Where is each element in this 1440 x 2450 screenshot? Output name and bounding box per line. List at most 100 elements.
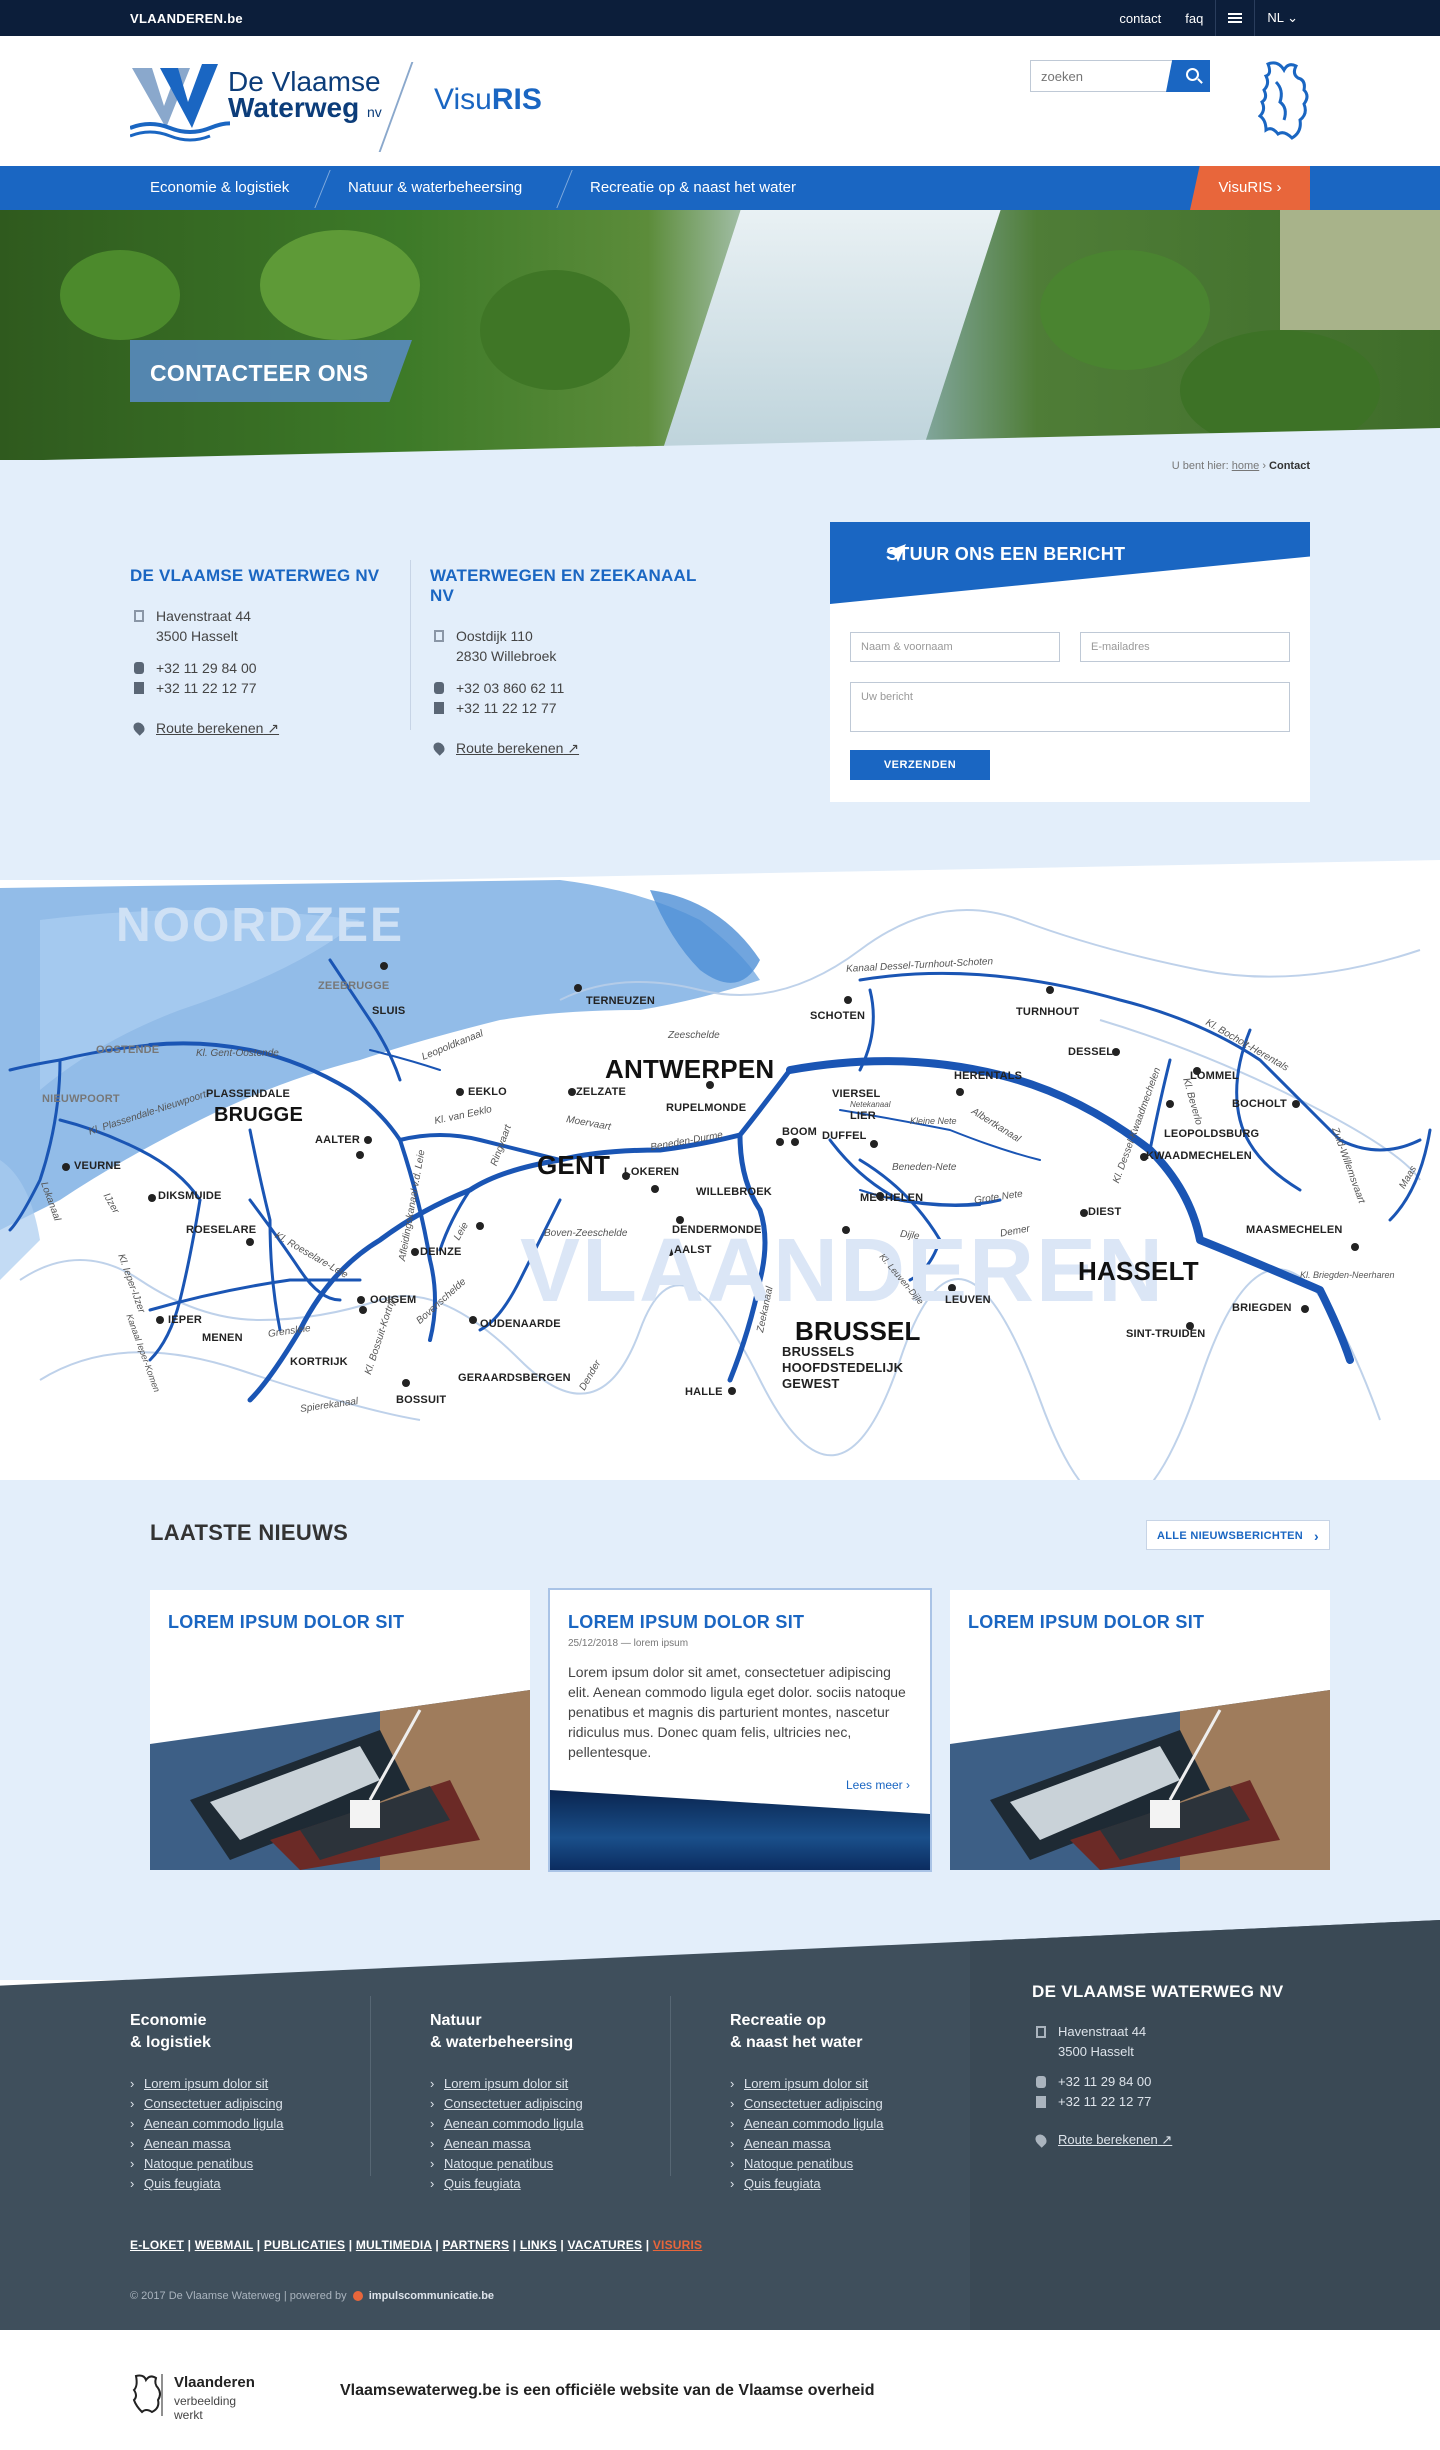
footer-link[interactable]: Consectetuer adipiscing xyxy=(130,2094,350,2114)
place-schoten[interactable]: SCHOTEN xyxy=(810,1010,865,1022)
news-card[interactable]: LOREM IPSUM DOLOR SIT xyxy=(950,1590,1330,1870)
footer-link[interactable]: Lorem ipsum dolor sit xyxy=(130,2074,350,2094)
route-link[interactable]: Route berekenen ↗ xyxy=(130,718,400,738)
city-gent[interactable]: GENT xyxy=(537,1150,610,1181)
place-aalter[interactable]: AALTER xyxy=(315,1134,360,1146)
place-lier[interactable]: LIER xyxy=(850,1110,876,1122)
place-dessel[interactable]: DESSEL xyxy=(1068,1046,1113,1058)
place-sluis[interactable]: SLUIS xyxy=(372,1005,405,1017)
place-oostende[interactable]: OOSTENDE xyxy=(96,1044,159,1056)
city-antwerpen[interactable]: ANTWERPEN xyxy=(605,1054,774,1085)
footer-link[interactable]: Aenean commodo ligula xyxy=(130,2114,350,2134)
footer-link-visuris[interactable]: VISURIS xyxy=(653,2238,702,2252)
place-leuven[interactable]: LEUVEN xyxy=(945,1294,991,1306)
footer-link[interactable]: Natoque penatibus xyxy=(430,2154,650,2174)
nav-visuris-button[interactable]: VisuRIS › xyxy=(1190,166,1310,210)
place-ieper[interactable]: IEPER xyxy=(168,1314,202,1326)
agency-link[interactable]: impulscommunicatie.be xyxy=(369,2290,494,2302)
place-roeselare[interactable]: ROESELARE xyxy=(186,1224,256,1236)
message-textarea[interactable]: Uw bericht xyxy=(850,682,1290,732)
site-logo[interactable]: De Vlaamse Waterweg nv xyxy=(130,62,390,142)
footer-route-link[interactable]: Route berekenen ↗ xyxy=(1032,2130,1172,2150)
footer-link[interactable]: Lorem ipsum dolor sit xyxy=(730,2074,950,2094)
vlaanderen-logo[interactable]: Vlaanderen verbeelding werkt xyxy=(130,2372,255,2422)
place-geraardsbergen[interactable]: GERAARDSBERGEN xyxy=(458,1372,571,1384)
footer-link[interactable]: Aenean massa xyxy=(730,2134,950,2154)
city-brussel[interactable]: BRUSSEL xyxy=(795,1316,921,1347)
footer-link-webmail[interactable]: WEBMAIL xyxy=(195,2238,254,2252)
news-card[interactable]: LOREM IPSUM DOLOR SIT xyxy=(150,1590,530,1870)
menu-button[interactable] xyxy=(1216,11,1254,26)
place-kwaadmechelen[interactable]: KWAADMECHELEN xyxy=(1146,1150,1252,1162)
vlaanderen-link[interactable]: VLAANDEREN.be xyxy=(130,11,243,26)
footer-link[interactable]: Quis feugiata xyxy=(730,2174,950,2194)
place-maasmechelen[interactable]: MAASMECHELEN xyxy=(1246,1224,1343,1236)
footer-link[interactable]: Quis feugiata xyxy=(130,2174,350,2194)
place-veurne[interactable]: VEURNE xyxy=(74,1160,121,1172)
place-sint-truiden[interactable]: SINT-TRUIDEN xyxy=(1126,1328,1205,1340)
footer-link[interactable]: Aenean commodo ligula xyxy=(730,2114,950,2134)
footer-link[interactable]: Quis feugiata xyxy=(430,2174,650,2194)
place-eeklo[interactable]: EEKLO xyxy=(468,1086,507,1098)
place-diksmuide[interactable]: DIKSMUIDE xyxy=(158,1190,222,1202)
all-news-button[interactable]: ALLE NIEUWSBERICHTEN xyxy=(1146,1520,1330,1551)
place-briegden[interactable]: BRIEGDEN xyxy=(1232,1302,1292,1314)
email-input[interactable]: E-mailadres xyxy=(1080,632,1290,662)
place-rupelmonde[interactable]: RUPELMONDE xyxy=(666,1102,746,1114)
place-turnhout[interactable]: TURNHOUT xyxy=(1016,1006,1079,1018)
footer-link-vacatures[interactable]: VACATURES xyxy=(567,2238,642,2252)
place-bocholt[interactable]: BOCHOLT xyxy=(1232,1098,1287,1110)
place-deinze[interactable]: DEINZE xyxy=(420,1246,462,1258)
footer-link[interactable]: Aenean massa xyxy=(130,2134,350,2154)
footer-link-partners[interactable]: PARTNERS xyxy=(442,2238,509,2252)
place-terneuzen[interactable]: TERNEUZEN xyxy=(586,995,655,1007)
place-lommel[interactable]: LOMMEL xyxy=(1190,1070,1239,1082)
footer-link-links[interactable]: LINKS xyxy=(520,2238,557,2252)
nav-recreatie[interactable]: Recreatie op & naast het water xyxy=(590,166,796,210)
footer-link[interactable]: Natoque penatibus xyxy=(130,2154,350,2174)
name-input[interactable]: Naam & voornaam xyxy=(850,632,1060,662)
place-kortrijk[interactable]: KORTRIJK xyxy=(290,1356,348,1368)
phone[interactable]: +32 03 860 62 11 xyxy=(430,678,700,698)
language-select[interactable]: NL ⌄ xyxy=(1255,10,1310,26)
breadcrumb-home[interactable]: home xyxy=(1232,460,1260,472)
footer-link[interactable]: Lorem ipsum dolor sit xyxy=(430,2074,650,2094)
place-nieuwpoort[interactable]: NIEUWPOORT xyxy=(42,1093,120,1105)
place-viersel[interactable]: VIERSEL xyxy=(832,1088,880,1100)
phone[interactable]: +32 11 29 84 00 xyxy=(130,658,400,678)
footer-link[interactable]: Aenean massa xyxy=(430,2134,650,2154)
footer-link[interactable]: Aenean commodo ligula xyxy=(430,2114,650,2134)
place-diest[interactable]: DIEST xyxy=(1088,1206,1121,1218)
news-card[interactable]: LOREM IPSUM DOLOR SIT 25/12/2018 — lorem… xyxy=(550,1590,930,1870)
place-zeebrugge[interactable]: ZEEBRUGGE xyxy=(318,980,389,992)
footer-link[interactable]: Natoque penatibus xyxy=(730,2154,950,2174)
contact-link[interactable]: contact xyxy=(1107,11,1173,26)
read-more-link[interactable]: Lees meer › xyxy=(846,1778,910,1792)
place-oudenaarde[interactable]: OUDENAARDE xyxy=(480,1318,561,1330)
place-willebroek[interactable]: WILLEBROEK xyxy=(696,1186,772,1198)
search-input[interactable] xyxy=(1031,61,1171,91)
place-zelzate[interactable]: ZELZATE xyxy=(576,1086,626,1098)
faq-link[interactable]: faq xyxy=(1173,11,1215,26)
nav-economie[interactable]: Economie & logistiek xyxy=(150,166,289,210)
place-herentals[interactable]: HERENTALS xyxy=(954,1070,1022,1082)
city-hasselt[interactable]: HASSELT xyxy=(1078,1256,1199,1287)
search-button[interactable] xyxy=(1166,60,1210,92)
footer-link[interactable]: Consectetuer adipiscing xyxy=(730,2094,950,2114)
place-menen[interactable]: MENEN xyxy=(202,1332,243,1344)
place-lokeren[interactable]: LOKEREN xyxy=(624,1166,679,1178)
footer-phone[interactable]: +32 11 29 84 00 xyxy=(1032,2072,1151,2092)
city-brugge[interactable]: BRUGGE xyxy=(214,1104,303,1127)
nav-natuur[interactable]: Natuur & waterbeheersing xyxy=(348,166,522,210)
footer-link[interactable]: Consectetuer adipiscing xyxy=(430,2094,650,2114)
place-dendermonde[interactable]: DENDERMONDE xyxy=(672,1224,762,1236)
place-bossuit[interactable]: BOSSUIT xyxy=(396,1394,446,1406)
place-mechelen[interactable]: MECHELEN xyxy=(860,1192,923,1204)
place-duffel[interactable]: DUFFEL xyxy=(822,1130,867,1142)
submit-button[interactable]: VERZENDEN xyxy=(850,750,990,780)
route-link[interactable]: Route berekenen ↗ xyxy=(430,738,700,758)
place-boom[interactable]: BOOM xyxy=(782,1126,817,1138)
footer-link-multimedia[interactable]: MULTIMEDIA xyxy=(356,2238,432,2252)
footer-link-eloket[interactable]: E-LOKET xyxy=(130,2238,184,2252)
footer-link-publicaties[interactable]: PUBLICATIES xyxy=(264,2238,345,2252)
